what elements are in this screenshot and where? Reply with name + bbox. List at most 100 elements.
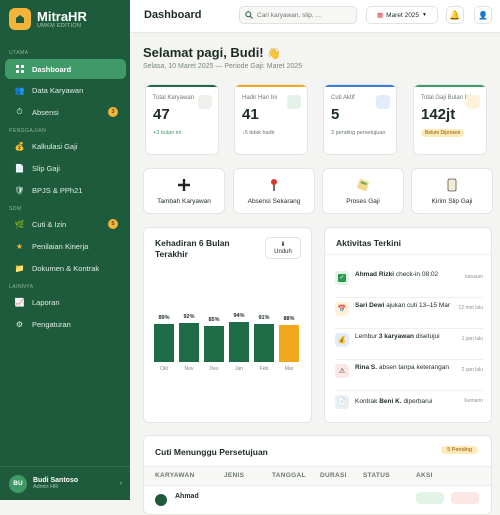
avatar: [155, 494, 167, 506]
chevron-right-icon: ›: [119, 480, 122, 487]
quick-action-absensi[interactable]: Absensi Sekarang: [233, 168, 315, 214]
bar-nov[interactable]: [179, 323, 199, 362]
clock-icon: ⏱: [16, 107, 23, 116]
wave-icon: 👋: [267, 48, 281, 60]
chart-icon: 📈: [14, 297, 25, 307]
bar-category-label: Okt: [160, 366, 168, 372]
stat-card-hadir[interactable]: Hadir Hari Ini 41 ↓6 tidak hadir: [234, 84, 308, 155]
column-header: JENIS: [224, 472, 245, 479]
sidebar-item-cuti[interactable]: 🌿 Cuti & Izin 5: [5, 214, 126, 234]
bar-value-label: 94%: [233, 313, 245, 320]
sidebar-item-label: Cuti & Izin: [32, 219, 67, 229]
section-label-other: LAINNYA: [9, 284, 34, 290]
sidebar-item-label: BPJS & PPh21: [32, 185, 83, 195]
users-icon: 👥: [14, 85, 25, 95]
stat-card-total-gaji[interactable]: Total Gaji Bulan Ini 142jt Belum Diprose…: [413, 84, 487, 155]
bar-value-label: 92%: [183, 314, 195, 321]
approve-button[interactable]: [416, 492, 444, 504]
search-input[interactable]: [257, 11, 347, 19]
shield-icon: 🛡: [14, 185, 25, 195]
sidebar-item-data-karyawan[interactable]: 👥 Data Karyawan: [5, 80, 126, 100]
column-header: DURASI: [320, 472, 347, 479]
user-icon: 👤: [478, 10, 488, 20]
reject-button[interactable]: [451, 492, 479, 504]
sidebar-item-label: Penilaian Kinerja: [32, 241, 89, 251]
check-icon: [287, 95, 301, 109]
grid-icon: [15, 65, 24, 74]
sidebar: MitraHR UMKM EDITION UTAMA Dashboard 👥 D…: [0, 0, 130, 500]
bar-jan[interactable]: [229, 322, 249, 362]
sidebar-item-dashboard[interactable]: Dashboard: [5, 59, 126, 79]
activity-card: Aktivitas Terkini ✓ Ahmad Rizki check-in…: [324, 227, 492, 423]
sidebar-item-absensi[interactable]: ⏱ Absensi 3: [5, 102, 126, 122]
sidebar-item-pengaturan[interactable]: ⚙ Pengaturan: [5, 314, 126, 334]
stat-label: Cuti Aktif: [331, 95, 355, 101]
warning-icon: ⚠: [335, 364, 349, 378]
top-header: Dashboard ▦ Maret 2025 ▼ 🔔 👤: [130, 0, 500, 33]
cuti-badge: 5: [108, 219, 118, 229]
stat-card-cuti[interactable]: Cuti Aktif 5 3 pending persetujuan: [323, 84, 397, 155]
activity-item[interactable]: ✓ Ahmad Rizki check-in 08:02 barusan: [335, 270, 483, 298]
profile-button[interactable]: 👤: [474, 6, 492, 24]
bar-des[interactable]: [204, 326, 224, 362]
money-bag-icon: 💰: [14, 141, 25, 151]
calculator-icon: [357, 178, 369, 191]
sidebar-item-slip-gaji[interactable]: 📄 Slip Gaji: [5, 158, 126, 178]
stat-note: +3 bulan ini: [153, 130, 182, 136]
stat-card-total-karyawan[interactable]: Total Karyawan 47 +3 bulan ini: [145, 84, 219, 155]
brand[interactable]: MitraHR UMKM EDITION: [9, 8, 87, 30]
quick-action-label: Proses Gaji: [346, 197, 380, 205]
sidebar-item-bpjs[interactable]: 🛡 BPJS & PPh21: [5, 180, 126, 200]
search-icon: [245, 6, 253, 24]
search-box[interactable]: [239, 6, 357, 24]
sidebar-item-label: Absensi: [32, 107, 59, 117]
calendar-icon: [376, 95, 390, 109]
sidebar-item-dokumen[interactable]: 📁 Dokumen & Kontrak: [5, 258, 126, 278]
activity-time: 12 mnt lalu: [458, 305, 483, 311]
calendar-icon: 📅: [335, 302, 349, 316]
activity-time: barusan: [464, 274, 483, 280]
leave-title: Cuti Menunggu Persetujuan: [155, 447, 268, 457]
calendar-icon: ▦: [377, 12, 384, 19]
greeting-subtitle: Selasa, 10 Maret 2025 — Periode Gaji: Ma…: [143, 63, 303, 70]
stat-note: ↓6 tidak hadir: [242, 130, 275, 136]
column-header: STATUS: [363, 472, 390, 479]
download-button[interactable]: ⬇ Unduh: [265, 237, 301, 259]
notification-button[interactable]: 🔔: [446, 6, 464, 24]
activity-title: Aktivitas Terkini: [336, 238, 402, 248]
column-header: AKSI: [416, 472, 433, 479]
sidebar-item-kalkulasi-gaji[interactable]: 💰 Kalkulasi Gaji: [5, 136, 126, 156]
quick-action-tambah-karyawan[interactable]: Tambah Karyawan: [143, 168, 225, 214]
quick-action-proses-gaji[interactable]: Proses Gaji: [322, 168, 404, 214]
gear-icon: ⚙: [15, 319, 24, 329]
period-select[interactable]: ▦ Maret 2025 ▼: [366, 6, 438, 24]
activity-time: 2 jam lalu: [461, 367, 483, 373]
bar-feb[interactable]: [254, 323, 274, 362]
activity-item[interactable]: ⚠ Rina S. absen tanpa keterangan 2 jam l…: [335, 363, 483, 391]
bar-mar[interactable]: [279, 324, 299, 362]
brand-name: MitraHR: [37, 8, 87, 24]
download-icon: ⬇: [280, 242, 286, 248]
download-label: Unduh: [274, 249, 292, 255]
bell-icon: 🔔: [449, 9, 461, 20]
section-label-main: UTAMA: [9, 50, 29, 56]
stat-value: 5: [331, 106, 340, 123]
greeting-title: Selamat pagi, Budi! 👋: [143, 45, 281, 60]
column-header: TANGGAL: [272, 472, 306, 479]
sidebar-item-penilaian[interactable]: ★ Penilaian Kinerja: [5, 236, 126, 256]
quick-action-kirim-slip[interactable]: Kirim Slip Gaji: [411, 168, 493, 214]
quick-action-label: Absensi Sekarang: [247, 197, 301, 205]
scroll-icon: [447, 178, 457, 191]
activity-item[interactable]: 📄 Kontrak Beni K. diperbarui Kemarin: [335, 394, 483, 422]
bar-okt[interactable]: [154, 324, 174, 362]
attendance-title: Kehadiran 6 Bulan Terakhir: [155, 238, 230, 259]
attendance-bar-chart: 89% Okt 92% Nov 85% Des 94% Jan 91% Feb 88% Mar: [154, 280, 299, 374]
status-badge: Belum Diproses: [421, 129, 465, 137]
document-icon: 📄: [14, 163, 25, 173]
sidebar-item-laporan[interactable]: 📈 Laporan: [5, 292, 126, 312]
activity-item[interactable]: 📅 Sari Dewi ajukan cuti 13–15 Mar 12 mnt…: [335, 301, 483, 329]
activity-item[interactable]: 💰 Lembur 3 karyawan disetujui 1 jam lalu: [335, 332, 483, 360]
user-profile[interactable]: BU Budi Santoso Admin HR ›: [0, 466, 130, 500]
document-icon: 📄: [335, 395, 349, 409]
star-icon: ★: [15, 241, 24, 251]
